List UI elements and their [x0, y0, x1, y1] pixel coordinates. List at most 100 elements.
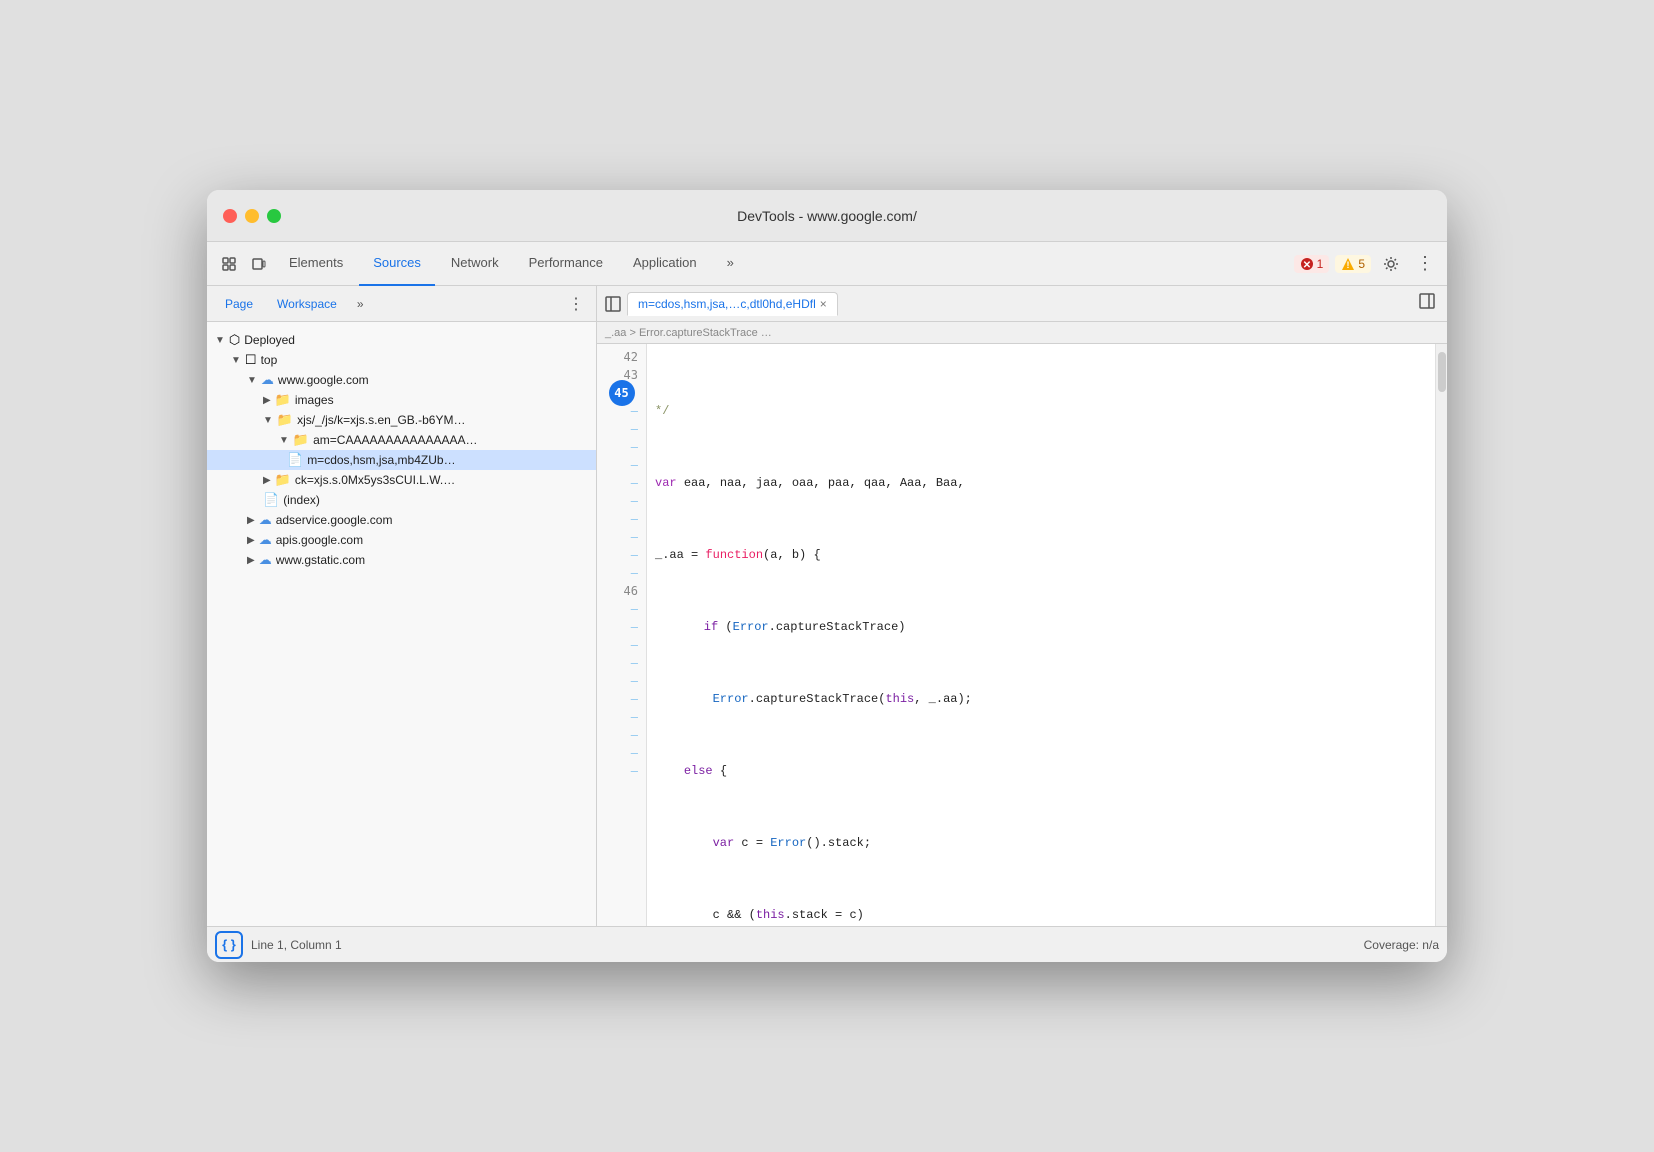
ln-d7: –: [597, 510, 646, 528]
tree-item-am[interactable]: ▼ 📁 am=CAAAAAAAAAAAAAAA…: [207, 430, 596, 450]
ln-d8: –: [597, 528, 646, 546]
ln-d19: –: [597, 744, 646, 762]
minimize-button[interactable]: [245, 209, 259, 223]
close-button[interactable]: [223, 209, 237, 223]
file-icon-index: 📄: [263, 492, 279, 508]
coverage-status: Coverage: n/a: [1364, 938, 1439, 952]
device-icon[interactable]: [245, 250, 273, 278]
ln-d17: –: [597, 708, 646, 726]
titlebar: DevTools - www.google.com/: [207, 190, 1447, 242]
arrow-am: ▼: [279, 435, 289, 446]
tree-item-apis[interactable]: ▶ ☁ apis.google.com: [207, 530, 596, 550]
ln-d9: –: [597, 546, 646, 564]
cube-icon: ⬡: [229, 332, 240, 348]
more-options-icon[interactable]: ⋮: [1411, 250, 1439, 278]
code-line-43: var eaa, naa, jaa, oaa, paa, qaa, Aaa, B…: [655, 474, 1427, 492]
toolbar-right: ✕ 1 ! 5 ⋮: [1294, 250, 1439, 278]
main-content: Page Workspace » ⋮ ▼ ⬡ Deployed ▼ ☐: [207, 286, 1447, 926]
sidebar-tab-more[interactable]: »: [351, 293, 370, 315]
arrow-adservice: ▶: [247, 515, 255, 526]
tree-label-apis: apis.google.com: [276, 533, 363, 547]
folder-icon-ck: 📁: [275, 472, 291, 488]
line-numbers: 42 43 45 – – – – – – – – – – 46: [597, 344, 647, 926]
tree-item-top[interactable]: ▼ ☐ top: [207, 350, 596, 370]
sidebar-tabs: Page Workspace » ⋮: [207, 286, 596, 322]
file-tab-mcdos[interactable]: m=cdos,hsm,jsa,…c,dtl0hd,eHDfl ×: [627, 292, 838, 316]
ln-46: 46: [597, 582, 646, 600]
tree-item-google[interactable]: ▼ ☁ www.google.com: [207, 370, 596, 390]
ln-45: 45: [597, 384, 646, 402]
code-tabs: m=cdos,hsm,jsa,…c,dtl0hd,eHDfl ×: [597, 286, 1447, 322]
arrow-gstatic: ▶: [247, 555, 255, 566]
code-line-else: else {: [655, 762, 1427, 780]
code-line-varc: var c = Error().stack;: [655, 834, 1427, 852]
arrow-xjs: ▼: [263, 415, 273, 426]
tab-network[interactable]: Network: [437, 242, 513, 286]
tree-item-images[interactable]: ▶ 📁 images: [207, 390, 596, 410]
tree-item-gstatic[interactable]: ▶ ☁ www.gstatic.com: [207, 550, 596, 570]
warn-badge[interactable]: ! 5: [1335, 255, 1371, 273]
ln-d11: –: [597, 600, 646, 618]
ln-d2: –: [597, 420, 646, 438]
tree-item-xjs[interactable]: ▼ 📁 xjs/_/js/k=xjs.s.en_GB.-b6YM…: [207, 410, 596, 430]
inspect-icon[interactable]: [215, 250, 243, 278]
sidebar-menu-icon[interactable]: ⋮: [564, 290, 588, 318]
maximize-button[interactable]: [267, 209, 281, 223]
ln-d6: –: [597, 492, 646, 510]
scrollbar-vertical[interactable]: [1435, 344, 1447, 926]
code-editor[interactable]: 42 43 45 – – – – – – – – – – 46: [597, 344, 1447, 926]
arrow-apis: ▶: [247, 535, 255, 546]
window-title: DevTools - www.google.com/: [737, 208, 917, 224]
sidebar-tab-page[interactable]: Page: [215, 293, 263, 315]
tree-item-index[interactable]: 📄 (index): [207, 490, 596, 510]
sidebar: Page Workspace » ⋮ ▼ ⬡ Deployed ▼ ☐: [207, 286, 597, 926]
tree-label-ck: ck=xjs.s.0Mx5ys3sCUI.L.W.…: [295, 473, 455, 487]
tree-label-top: top: [261, 353, 278, 367]
arrow-deployed: ▼: [215, 335, 225, 346]
ln-d12: –: [597, 618, 646, 636]
settings-icon[interactable]: [1377, 250, 1405, 278]
sidebar-tab-workspace[interactable]: Workspace: [267, 293, 347, 315]
tree-label-deployed: Deployed: [244, 333, 295, 347]
svg-text:!: !: [1347, 260, 1350, 270]
tab-application[interactable]: Application: [619, 242, 711, 286]
folder-icon-am: 📁: [293, 432, 309, 448]
statusbar: { } Line 1, Column 1 Coverage: n/a: [207, 926, 1447, 962]
folder-icon-xjs: 📁: [277, 412, 293, 428]
file-icon-mcdos: 📄: [287, 452, 303, 468]
tree-item-ck[interactable]: ▶ 📁 ck=xjs.s.0Mx5ys3sCUI.L.W.…: [207, 470, 596, 490]
ln-d15: –: [597, 672, 646, 690]
cloud-icon-adservice: ☁: [259, 512, 272, 528]
code-line-42: */: [655, 402, 1427, 420]
code-panel: m=cdos,hsm,jsa,…c,dtl0hd,eHDfl × _.aa > …: [597, 286, 1447, 926]
file-tab-label: m=cdos,hsm,jsa,…c,dtl0hd,eHDfl: [638, 297, 816, 311]
tree-item-adservice[interactable]: ▶ ☁ adservice.google.com: [207, 510, 596, 530]
code-line-45: _.aa = function(a, b) {: [655, 546, 1427, 564]
tab-performance[interactable]: Performance: [515, 242, 617, 286]
tree-item-mcdos[interactable]: 📄 m=cdos,hsm,jsa,mb4ZUb…: [207, 450, 596, 470]
tree-label-gstatic: www.gstatic.com: [276, 553, 365, 567]
error-badge[interactable]: ✕ 1: [1294, 255, 1330, 273]
ln-d3: –: [597, 438, 646, 456]
tab-elements[interactable]: Elements: [275, 242, 357, 286]
ln-d20: –: [597, 762, 646, 780]
format-icon[interactable]: { }: [215, 931, 243, 959]
tree-item-deployed[interactable]: ▼ ⬡ Deployed: [207, 330, 596, 350]
scrollbar-thumb[interactable]: [1438, 352, 1446, 392]
ln-d10: –: [597, 564, 646, 582]
tab-sources[interactable]: Sources: [359, 242, 435, 286]
toolbar: Elements Sources Network Performance App…: [207, 242, 1447, 286]
panel-toggle-right-icon[interactable]: [1411, 289, 1443, 318]
ln-d4: –: [597, 456, 646, 474]
breadcrumb-bar: _.aa > Error.captureStackTrace …: [597, 322, 1447, 344]
devtools-window: DevTools - www.google.com/ Elements Sour…: [207, 190, 1447, 962]
traffic-lights: [223, 209, 281, 223]
tree-label-google: www.google.com: [278, 373, 369, 387]
editor-toggle-icon[interactable]: [601, 292, 625, 316]
arrow-ck: ▶: [263, 475, 271, 486]
file-tab-close[interactable]: ×: [820, 297, 827, 311]
folder-icon-images: 📁: [275, 392, 291, 408]
ln-d18: –: [597, 726, 646, 744]
tab-more[interactable]: »: [713, 242, 748, 286]
svg-text:✕: ✕: [1302, 260, 1310, 271]
